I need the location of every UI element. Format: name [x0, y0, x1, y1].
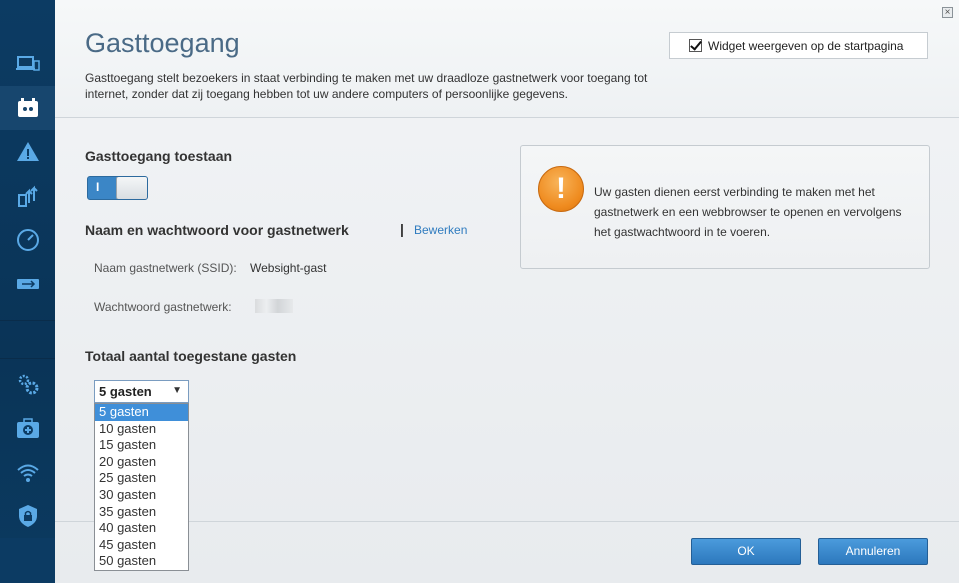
chevron-down-icon: ▼	[172, 385, 182, 396]
guest-count-dropdown: 5 gasten 10 gasten 15 gasten 20 gasten 2…	[94, 403, 189, 571]
sidebar-item-troubleshooting[interactable]	[0, 406, 55, 450]
network-section-title: Naam en wachtwoord voor gastnetwerk	[85, 222, 349, 238]
sidebar-item-security[interactable]	[0, 494, 55, 538]
dropdown-option[interactable]: 5 gasten	[95, 404, 188, 421]
sidebar-divider	[0, 320, 55, 321]
footer-divider	[55, 521, 959, 522]
sidebar-footer	[0, 538, 55, 583]
sidebar-item-connectivity[interactable]	[0, 362, 55, 406]
widget-checkbox-label: Widget weergeven op de startpagina	[708, 38, 904, 53]
shield-lock-icon	[18, 505, 37, 527]
sidebar-item-parental-controls[interactable]	[0, 130, 55, 174]
wifi-icon	[16, 464, 39, 482]
guest-access-title: Gasttoegang toestaan	[85, 148, 233, 164]
guest-access-toggle[interactable]: I	[87, 176, 148, 200]
widget-toggle[interactable]: Widget weergeven op de startpagina	[669, 32, 928, 59]
ok-button[interactable]: OK	[691, 538, 801, 565]
page-title: Gasttoegang	[85, 28, 240, 58]
cancel-button[interactable]: Annuleren	[818, 538, 928, 565]
warning-triangle-icon	[16, 142, 39, 161]
sidebar-item-devices[interactable]	[0, 42, 55, 86]
ssid-label: Naam gastnetwerk (SSID):	[94, 261, 237, 275]
main-panel: Gasttoegang Gasttoegang stelt bezoekers …	[55, 0, 959, 583]
dropdown-option[interactable]: 25 gasten	[95, 470, 188, 487]
gears-icon	[18, 374, 38, 395]
devices-icon	[15, 56, 40, 71]
speedometer-icon	[16, 229, 39, 251]
sidebar-item-guest-access[interactable]	[0, 86, 55, 130]
ssid-value: Websight-gast	[250, 261, 327, 275]
password-label: Wachtwoord gastnetwerk:	[94, 300, 232, 314]
page-description: Gasttoegang stelt bezoekers in staat ver…	[85, 71, 648, 101]
sidebar	[0, 0, 55, 583]
dropdown-option[interactable]: 20 gasten	[95, 454, 188, 471]
sidebar-item-speed-test[interactable]	[0, 218, 55, 262]
dropdown-option[interactable]: 40 gasten	[95, 520, 188, 537]
guests-section-title: Totaal aantal toegestane gasten	[85, 348, 297, 364]
dropdown-option[interactable]: 10 gasten	[95, 421, 188, 438]
dropdown-option[interactable]: 45 gasten	[95, 537, 188, 554]
toggle-knob[interactable]	[116, 177, 147, 199]
dropdown-option[interactable]: 15 gasten	[95, 437, 188, 454]
close-button[interactable]: ×	[942, 7, 953, 18]
dropdown-option[interactable]: 30 gasten	[95, 487, 188, 504]
dropdown-option[interactable]: 50 gasten	[95, 553, 188, 570]
sidebar-item-external-storage[interactable]	[0, 262, 55, 306]
sidebar-item-wireless[interactable]	[0, 450, 55, 494]
widget-checkbox[interactable]	[689, 39, 702, 52]
info-text: Uw gasten dienen eerst verbinding te mak…	[594, 185, 902, 239]
guest-access-icon	[17, 98, 38, 117]
guest-count-select[interactable]: 5 gasten ▼	[94, 380, 189, 403]
toggle-on-indicator: I	[96, 180, 100, 194]
title-separator: |	[400, 221, 404, 237]
dropdown-option[interactable]: 35 gasten	[95, 504, 188, 521]
edit-network-link[interactable]: Bewerken	[414, 223, 467, 237]
info-notice: ! Uw gasten dienen eerst verbinding te m…	[520, 145, 930, 269]
sidebar-item-media-prioritization[interactable]	[0, 174, 55, 218]
page-header: Gasttoegang Gasttoegang stelt bezoekers …	[55, 0, 959, 118]
exclamation-icon: !	[538, 166, 584, 212]
usb-icon	[16, 279, 39, 289]
password-value-blurred	[255, 299, 293, 313]
first-aid-kit-icon	[16, 418, 39, 438]
prioritization-icon	[17, 185, 38, 207]
sidebar-divider	[0, 358, 55, 359]
guest-count-selected: 5 gasten	[99, 384, 152, 399]
